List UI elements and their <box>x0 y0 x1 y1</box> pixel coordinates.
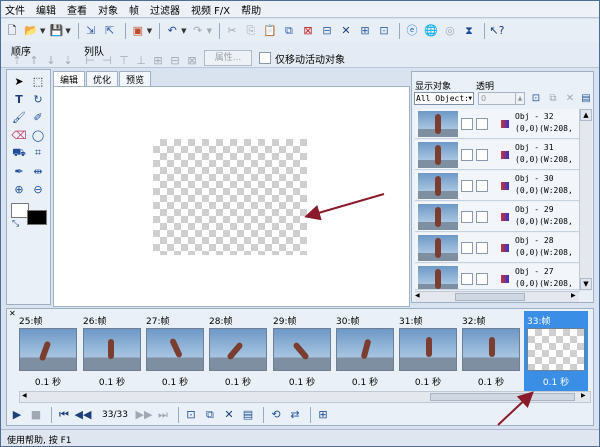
annotation-arrow-frame <box>497 391 534 426</box>
app-window: 文件 编辑 查看 对象 帧 过滤器 视频 F/X 帮助 🗋 📂 ▼ 💾 ▼ ⇲ ⇱ … <box>0 0 600 447</box>
annotation-arrow-canvas <box>304 193 385 221</box>
annotation-arrows <box>304 193 534 426</box>
